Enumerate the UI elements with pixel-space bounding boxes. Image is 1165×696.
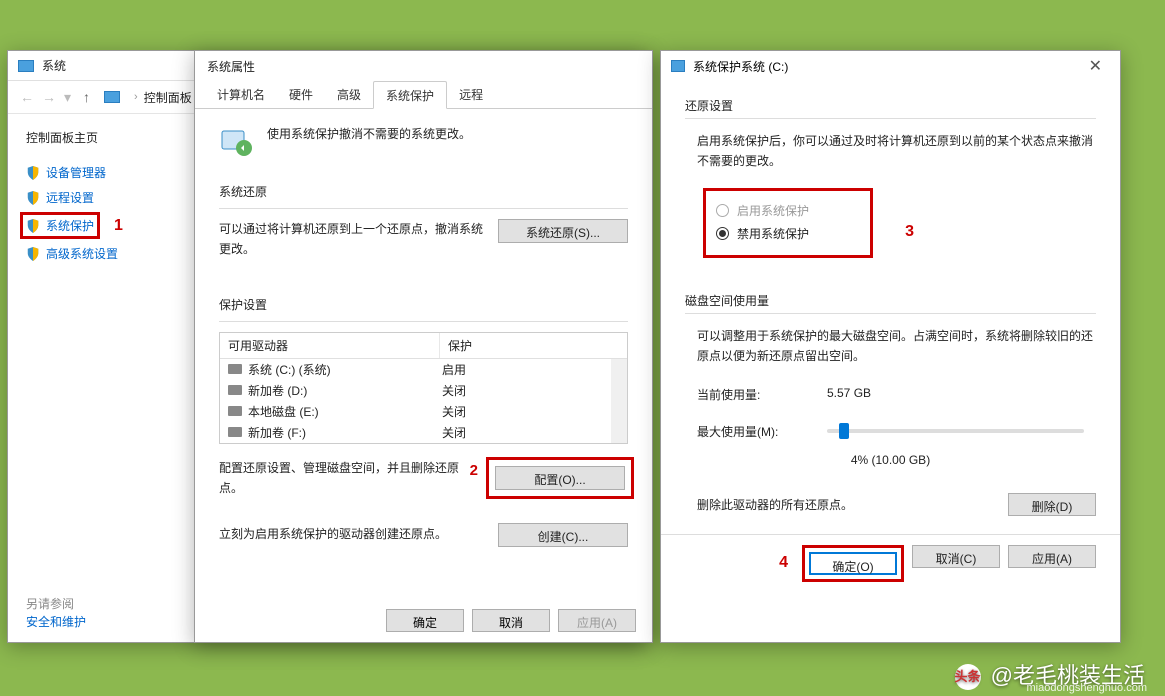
- tab-computer-name[interactable]: 计算机名: [205, 81, 277, 108]
- annotation-4: 4: [779, 554, 788, 572]
- cancel-button[interactable]: 取消: [472, 609, 550, 632]
- tab-bar: 计算机名 硬件 高级 系统保护 远程: [195, 81, 652, 109]
- section-disk-usage: 磁盘空间使用量: [685, 286, 1096, 313]
- col-header-status[interactable]: 保护: [440, 333, 627, 358]
- titlebar: 系统保护系统 (C:) ✕: [661, 51, 1120, 81]
- sidebar-item-system-protection[interactable]: 系统保护: [26, 217, 94, 234]
- system-protection-dialog: 系统保护系统 (C:) ✕ 还原设置 启用系统保护后，你可以通过及时将计算机还原…: [660, 50, 1121, 643]
- control-panel-home-link[interactable]: 控制面板主页: [26, 129, 180, 146]
- tab-system-protection[interactable]: 系统保护: [373, 81, 447, 109]
- window-title: 系统: [42, 57, 66, 74]
- drive-table: 可用驱动器 保护 系统 (C:) (系统)启用 新加卷 (D:)关闭 本地磁盘 …: [219, 332, 628, 444]
- system-restore-button[interactable]: 系统还原(S)...: [498, 219, 628, 243]
- chevron-right-icon: ›: [134, 91, 138, 103]
- back-arrow-icon[interactable]: ←: [20, 89, 34, 105]
- annotation-3: 3: [905, 223, 914, 241]
- drive-icon: [228, 427, 242, 437]
- slider-value: 4% (10.00 GB): [685, 453, 1096, 467]
- monitor-icon: [104, 91, 120, 103]
- sidebar-item-remote[interactable]: 远程设置: [26, 185, 180, 210]
- sidebar-label: 高级系统设置: [46, 245, 118, 262]
- monitor-icon: [18, 60, 34, 72]
- current-usage-value: 5.57 GB: [827, 386, 871, 403]
- slider-thumb[interactable]: [839, 423, 849, 439]
- restore-icon: [219, 125, 253, 159]
- max-usage-label: 最大使用量(M):: [697, 423, 827, 440]
- create-button[interactable]: 创建(C)...: [498, 523, 628, 547]
- tab-remote[interactable]: 远程: [447, 81, 495, 108]
- forward-arrow-icon: →: [42, 89, 56, 105]
- shield-icon: [26, 191, 40, 205]
- sidebar-item-advanced[interactable]: 高级系统设置: [26, 241, 180, 266]
- sidebar: 控制面板主页 设备管理器 远程设置 系统保护 1 高级: [8, 114, 198, 642]
- shield-icon: [26, 219, 40, 233]
- create-desc: 立刻为启用系统保护的驱动器创建还原点。: [219, 524, 498, 544]
- sidebar-label: 远程设置: [46, 189, 94, 206]
- watermark-logo: 头条: [955, 664, 981, 690]
- usage-desc: 可以调整用于系统保护的最大磁盘空间。占满空间时，系统将删除较旧的还原点以便为新还…: [685, 326, 1096, 367]
- section-protect: 保护设置: [219, 290, 628, 313]
- radio-disable-protection[interactable]: 禁用系统保护: [716, 222, 860, 245]
- configure-desc: 配置还原设置、管理磁盘空间，并且删除还原点。: [219, 461, 459, 495]
- sidebar-label: 设备管理器: [46, 164, 106, 181]
- delete-desc: 删除此驱动器的所有还原点。: [697, 496, 853, 513]
- tab-advanced[interactable]: 高级: [325, 81, 373, 108]
- radio-icon: [716, 204, 729, 217]
- titlebar: 系统属性: [195, 51, 652, 81]
- window-title: 系统保护系统 (C:): [693, 58, 788, 75]
- drive-icon: [228, 385, 242, 395]
- cancel-button[interactable]: 取消(C): [912, 545, 1000, 568]
- ok-button[interactable]: 确定: [386, 609, 464, 632]
- see-also-label: 另请参阅: [26, 595, 74, 612]
- table-row: 新加卷 (F:)关闭: [220, 422, 611, 443]
- restore-desc: 可以通过将计算机还原到上一个还原点，撤消系统更改。: [219, 219, 498, 260]
- annotation-1: 1: [114, 217, 123, 235]
- section-restore: 系统还原: [219, 177, 628, 200]
- shield-icon: [26, 166, 40, 180]
- window-title: 系统属性: [207, 58, 255, 75]
- table-row: 本地磁盘 (E:)关闭: [220, 401, 611, 422]
- drive-icon: [228, 406, 242, 416]
- radio-enable-protection[interactable]: 启用系统保护: [716, 199, 860, 222]
- drive-icon: [671, 60, 685, 72]
- ok-button[interactable]: 确定(O): [809, 552, 897, 575]
- delete-button[interactable]: 删除(D): [1008, 493, 1096, 516]
- drive-icon: [228, 364, 242, 374]
- shield-icon: [26, 247, 40, 261]
- sidebar-item-device-manager[interactable]: 设备管理器: [26, 160, 180, 185]
- banner-text: 使用系统保护撤消不需要的系统更改。: [267, 125, 471, 142]
- apply-button: 应用(A): [558, 609, 636, 632]
- dropdown-icon[interactable]: ▾: [64, 89, 71, 106]
- table-row: 新加卷 (D:)关闭: [220, 380, 611, 401]
- current-usage-label: 当前使用量:: [697, 386, 827, 403]
- security-link[interactable]: 安全和维护: [26, 613, 86, 630]
- drive-list[interactable]: 系统 (C:) (系统)启用 新加卷 (D:)关闭 本地磁盘 (E:)关闭 新加…: [220, 359, 627, 443]
- breadcrumb-item[interactable]: 控制面板: [144, 89, 192, 106]
- configure-button[interactable]: 配置(O)...: [495, 466, 625, 490]
- up-arrow-icon[interactable]: ↑: [83, 89, 90, 105]
- max-usage-slider[interactable]: [827, 429, 1084, 433]
- apply-button[interactable]: 应用(A): [1008, 545, 1096, 568]
- restore-desc: 启用系统保护后，你可以通过及时将计算机还原到以前的某个状态点来撤消不需要的更改。: [685, 131, 1096, 172]
- watermark-url: miaodongshenghuo.com: [1027, 682, 1147, 694]
- table-row: 系统 (C:) (系统)启用: [220, 359, 611, 380]
- col-header-drive[interactable]: 可用驱动器: [220, 333, 440, 358]
- section-restore-settings: 还原设置: [685, 91, 1096, 118]
- radio-group: 启用系统保护 禁用系统保护 3: [703, 188, 873, 258]
- annotation-2: 2: [470, 458, 478, 484]
- close-icon[interactable]: ✕: [1081, 56, 1110, 76]
- radio-icon: [716, 227, 729, 240]
- system-properties-window: 系统属性 计算机名 硬件 高级 系统保护 远程 使用系统保护撤消不需要的系统更改…: [194, 50, 653, 643]
- sidebar-label: 系统保护: [46, 217, 94, 234]
- tab-hardware[interactable]: 硬件: [277, 81, 325, 108]
